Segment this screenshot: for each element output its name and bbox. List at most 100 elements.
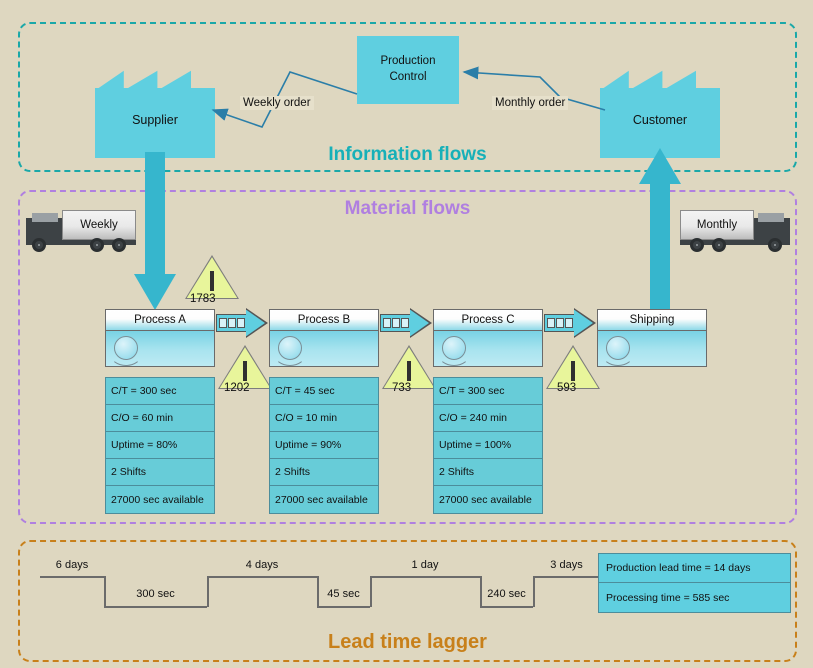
push-arrow-segment xyxy=(392,318,400,328)
process-c-title: Process C xyxy=(433,309,543,331)
lead-time-summary-box: Production lead time = 14 days Processin… xyxy=(598,553,791,613)
inventory-count-4: 593 xyxy=(557,382,577,394)
lead-time-ladder-title: Lead time lagger xyxy=(328,631,487,653)
operator-arc-icon xyxy=(110,342,142,366)
push-arrow-head xyxy=(574,309,593,337)
inventory-i-glyph xyxy=(407,361,411,381)
operator-arc-icon xyxy=(602,342,634,366)
monthly-order-label: Monthly order xyxy=(492,96,569,110)
production-control-label: Production Control xyxy=(381,54,436,85)
ladder-wait-segment xyxy=(207,576,317,578)
outbound-truck-monthly: Monthly xyxy=(672,208,798,256)
ladder-wait-label-1: 6 days xyxy=(55,559,89,571)
customer-factory[interactable]: Customer xyxy=(600,68,720,158)
outbound-truck-label: Monthly xyxy=(696,219,738,231)
push-arrow-segment xyxy=(237,318,245,328)
push-arrow-b-to-c xyxy=(380,308,432,338)
supplier-factory[interactable]: Supplier xyxy=(95,68,215,158)
ladder-wait-segment xyxy=(370,576,480,578)
data-row: Uptime = 100% xyxy=(434,432,542,459)
truck-wheel xyxy=(32,238,46,252)
inventory-i-glyph xyxy=(243,361,247,381)
push-arrow-segment xyxy=(219,318,227,328)
data-row: Uptime = 90% xyxy=(270,432,378,459)
truck-window xyxy=(758,213,784,222)
truck-wheel xyxy=(768,238,782,252)
ladder-riser xyxy=(207,576,209,607)
production-lead-time-row: Production lead time = 14 days xyxy=(599,554,790,583)
push-arrow-head xyxy=(410,309,429,337)
inventory-count-3: 733 xyxy=(392,382,412,394)
push-arrow-segment xyxy=(228,318,236,328)
arrow-head xyxy=(134,274,176,310)
ladder-process-label-3: 240 sec xyxy=(487,588,526,600)
push-arrow-segment xyxy=(383,318,391,328)
ladder-wait-label-3: 1 day xyxy=(411,559,439,571)
push-arrow-a-to-b xyxy=(216,308,268,338)
inbound-truck-label: Weekly xyxy=(80,219,118,231)
customer-label: Customer xyxy=(632,113,688,127)
production-control-box[interactable]: Production Control xyxy=(357,36,459,104)
data-row: C/T = 300 sec xyxy=(106,378,214,405)
processing-time-row: Processing time = 585 sec xyxy=(599,583,790,612)
ladder-wait-segment xyxy=(40,576,104,578)
arrow-shaft xyxy=(650,180,670,310)
data-row: 27000 sec available xyxy=(270,486,378,513)
data-row: 27000 sec available xyxy=(106,486,214,513)
process-a-title: Process A xyxy=(105,309,215,331)
data-table-a: C/T = 300 sec C/O = 60 min Uptime = 80% … xyxy=(105,377,215,514)
ladder-wait-label-2: 4 days xyxy=(245,559,279,571)
truck-wheel xyxy=(690,238,704,252)
truck-wheel xyxy=(112,238,126,252)
push-arrow-segment xyxy=(565,318,573,328)
data-row: 2 Shifts xyxy=(270,459,378,486)
operator-arc-icon xyxy=(274,342,306,366)
ladder-process-segment xyxy=(480,606,533,608)
push-arrow-c-to-shipping xyxy=(544,308,596,338)
inventory-i-glyph xyxy=(571,361,575,381)
arrow-shaft xyxy=(145,152,165,278)
supplier-label: Supplier xyxy=(132,113,178,127)
data-row: 27000 sec available xyxy=(434,486,542,513)
process-a-body xyxy=(105,331,215,367)
data-row: 2 Shifts xyxy=(106,459,214,486)
ladder-process-segment xyxy=(317,606,370,608)
data-row: C/O = 60 min xyxy=(106,405,214,432)
inventory-count-2: 1202 xyxy=(224,382,250,394)
push-arrow-segment xyxy=(556,318,564,328)
truck-wheel xyxy=(712,238,726,252)
truck-window xyxy=(32,213,58,222)
data-row: 2 Shifts xyxy=(434,459,542,486)
data-row: C/O = 240 min xyxy=(434,405,542,432)
operator-arc-icon xyxy=(438,342,470,366)
process-b-body xyxy=(269,331,379,367)
process-box-a[interactable]: Process A xyxy=(105,309,215,367)
process-box-c[interactable]: Process C xyxy=(433,309,543,367)
ladder-wait-segment xyxy=(533,576,600,578)
process-c-body xyxy=(433,331,543,367)
inventory-count-1: 1783 xyxy=(190,293,216,305)
production-control-line-1: Production xyxy=(380,55,436,68)
data-row: C/O = 10 min xyxy=(270,405,378,432)
process-b-title: Process B xyxy=(269,309,379,331)
shipping-body xyxy=(597,331,707,367)
data-row: C/T = 300 sec xyxy=(434,378,542,405)
truck-cargo-box: Weekly xyxy=(62,210,136,240)
data-table-b: C/T = 45 sec C/O = 10 min Uptime = 90% 2… xyxy=(269,377,379,514)
push-arrow-segment xyxy=(401,318,409,328)
ladder-process-segment xyxy=(104,606,207,608)
process-box-b[interactable]: Process B xyxy=(269,309,379,367)
ladder-process-label-1: 300 sec xyxy=(136,588,175,600)
lead-time-ladder: 6 days 4 days 1 day 3 days 300 sec 45 se… xyxy=(40,559,600,608)
inventory-i-glyph xyxy=(210,271,214,291)
weekly-order-label: Weekly order xyxy=(240,96,314,110)
push-arrow-segment xyxy=(547,318,555,328)
value-stream-map: Information flows Supplier Customer Prod… xyxy=(0,0,813,668)
data-row: Uptime = 80% xyxy=(106,432,214,459)
inbound-truck-weekly: Weekly xyxy=(18,208,144,256)
process-box-shipping[interactable]: Shipping xyxy=(597,309,707,367)
production-control-line-2: Control xyxy=(389,71,427,83)
data-table-c: C/T = 300 sec C/O = 240 min Uptime = 100… xyxy=(433,377,543,514)
truck-cargo-box: Monthly xyxy=(680,210,754,240)
ladder-process-label-2: 45 sec xyxy=(327,588,360,600)
